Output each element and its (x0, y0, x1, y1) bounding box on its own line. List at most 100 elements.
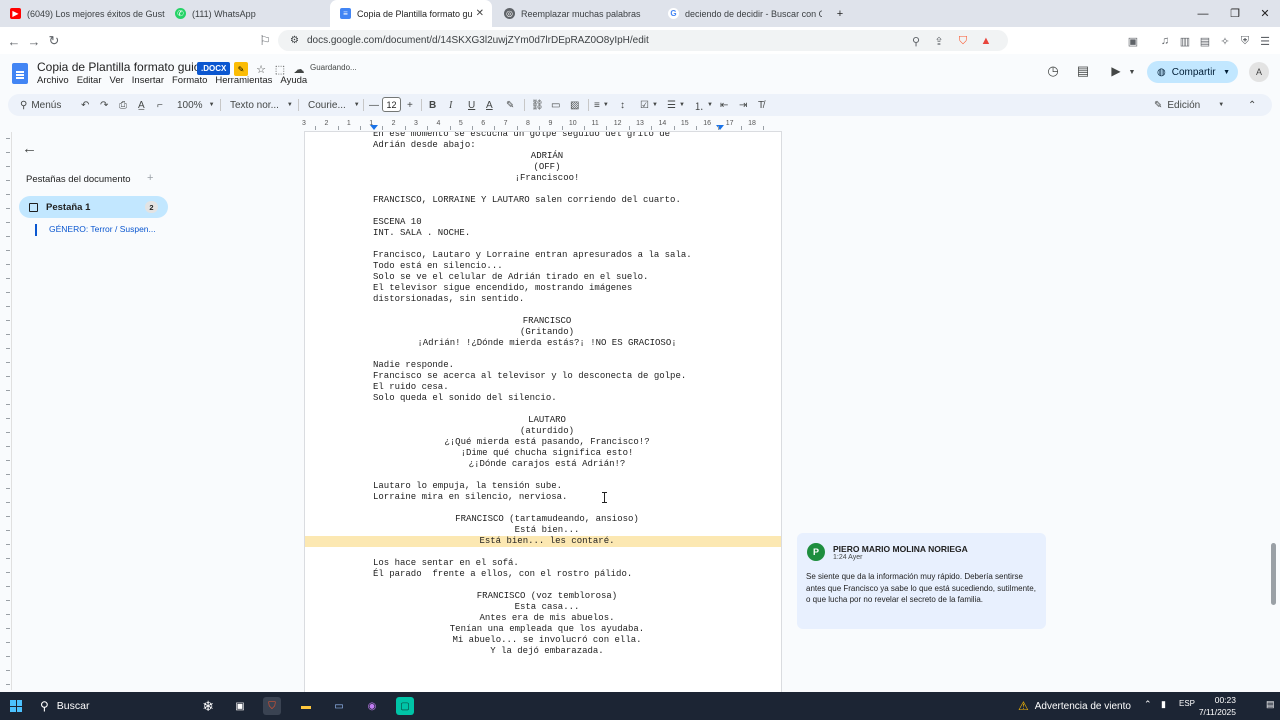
new-tab-icon[interactable]: + (823, 0, 857, 27)
menu-herramientas[interactable]: Herramientas (215, 75, 272, 86)
italic-icon[interactable]: I (449, 97, 452, 113)
comments-icon[interactable]: ▤ (1076, 63, 1090, 78)
paint-format-icon[interactable]: ⌐ (157, 97, 163, 113)
url-field[interactable]: ⚙ docs.google.com/document/d/14SKXG3l2uw… (278, 30, 1008, 51)
highlight-icon[interactable]: ✎ (506, 97, 514, 113)
brave-browser-icon[interactable]: ⛉ (263, 697, 281, 715)
menu-insertar[interactable]: Insertar (132, 75, 164, 86)
font-size-input[interactable]: 12 (382, 97, 401, 112)
document-title[interactable]: Copia de Plantilla formato guion (37, 60, 207, 74)
browser-tab-whatsapp[interactable]: ✆ (111) WhatsApp (165, 0, 330, 27)
link-icon[interactable]: ⛓ (531, 97, 544, 113)
right-indent-marker[interactable] (716, 125, 724, 130)
menus-search[interactable]: ⚲ Menús (20, 97, 61, 113)
brave-rewards-icon[interactable]: ▲ (978, 33, 994, 49)
horizontal-ruler[interactable]: 3 2 1 1 2 3 4 5 6 7 8 9 10 11 12 13 14 15 16 17 18 (302, 118, 782, 132)
style-select[interactable]: Texto nor... ▼ (230, 97, 293, 113)
task-view-icon[interactable]: ▣ (231, 697, 249, 715)
document-page[interactable]: En ese momento se escucha un golpe segui… (304, 132, 782, 692)
undo-icon[interactable]: ↶ (81, 97, 89, 113)
mail-icon[interactable]: ▭ (330, 697, 348, 715)
numbered-list-icon[interactable]: ⒈ ▼ (694, 97, 713, 113)
menu-ayuda[interactable]: Ayuda (280, 75, 307, 86)
meet-icon[interactable]: ▶ (1109, 64, 1123, 78)
vpn-icon[interactable]: ⛨ (1237, 33, 1253, 49)
spellcheck-icon[interactable]: A̲ (138, 97, 145, 113)
zoom-icon[interactable]: ⚲ (908, 33, 924, 49)
add-comment-icon[interactable]: ▭ (551, 97, 560, 113)
windows-start-icon[interactable] (10, 700, 22, 712)
zoom-select[interactable]: 100% ▼ (177, 97, 215, 113)
reading-list-icon[interactable]: ▥ (1177, 33, 1193, 49)
comment-card[interactable]: P PIERO MARIO MOLINA NORIEGA 1:24 Ayer S… (797, 533, 1046, 629)
browser-tab-reemplazar[interactable]: ◎ Reemplazar muchas palabras (494, 0, 658, 27)
font-select[interactable]: Courie... ▼ (308, 97, 360, 113)
move-folder-icon[interactable]: ⬚ (273, 62, 287, 76)
text-color-icon[interactable]: A (486, 97, 493, 113)
add-tab-icon[interactable]: + (147, 172, 153, 184)
back-icon[interactable]: ← (5, 32, 23, 50)
menu-ver[interactable]: Ver (110, 75, 124, 86)
taskbar-search[interactable]: ⚲ Buscar ❄ (32, 692, 222, 720)
outline-item-genero[interactable]: GÉNERO: Terror / Suspen... (35, 224, 160, 236)
discord-icon[interactable]: ◉ (363, 697, 381, 715)
extension-icon[interactable]: ✎ (234, 62, 248, 76)
reload-icon[interactable]: ↻ (45, 32, 63, 50)
align-icon[interactable]: ≡ ▼ (594, 97, 609, 113)
language-indicator[interactable]: ESP (1179, 699, 1195, 708)
tray-chevron-icon[interactable]: ⌃ (1144, 699, 1152, 710)
print-icon[interactable]: ⎙ (119, 97, 127, 113)
share-page-icon[interactable]: ⇪ (931, 33, 947, 49)
weather-widget[interactable]: ⚠ Advertencia de viento (1018, 692, 1131, 720)
decrease-indent-icon[interactable]: ⇤ (720, 97, 728, 113)
docs-logo-icon[interactable] (12, 63, 28, 84)
wallet-icon[interactable]: ▤ (1197, 33, 1213, 49)
menu-formato[interactable]: Formato (172, 75, 207, 86)
minimize-icon[interactable]: — (1186, 0, 1220, 27)
redo-icon[interactable]: ↷ (100, 97, 108, 113)
file-explorer-icon[interactable]: ▬ (297, 697, 315, 715)
share-dropdown-icon[interactable]: ▼ (1223, 69, 1230, 76)
editing-mode-select[interactable]: ✎ Edición ▼ (1154, 97, 1224, 113)
app-icon[interactable]: ▢ (396, 697, 414, 715)
bookmark-icon[interactable]: ⚐ (256, 32, 274, 50)
browser-tab-docs[interactable]: ≡ Copia de Plantilla formato guion ✕ (330, 0, 492, 27)
sidebar-toggle-icon[interactable]: ▣ (1125, 33, 1141, 49)
menu-editar[interactable]: Editar (77, 75, 102, 86)
media-icon[interactable]: ♫ (1157, 33, 1173, 49)
brave-shield-icon[interactable]: ⛉ (955, 33, 971, 49)
close-outline-icon[interactable]: ← (22, 140, 37, 157)
meet-dropdown-icon[interactable]: ▼ (1125, 65, 1139, 79)
insert-image-icon[interactable]: ▨ (570, 97, 579, 113)
increase-font-icon[interactable]: + (407, 97, 413, 113)
notifications-icon[interactable]: ▤ (1266, 699, 1275, 710)
bold-icon[interactable]: B (429, 97, 436, 113)
underline-icon[interactable]: U (468, 97, 475, 113)
line-spacing-icon[interactable]: ↕ (620, 97, 625, 113)
clear-formatting-icon[interactable]: T̸ (758, 97, 764, 113)
close-window-icon[interactable]: ✕ (1248, 0, 1280, 27)
close-tab-icon[interactable]: ✕ (476, 8, 484, 19)
browser-tab-google[interactable]: G deciendo de decidir - Buscar con Go (658, 0, 822, 27)
restore-icon[interactable]: ❐ (1218, 0, 1252, 27)
microphone-icon[interactable]: ▮ (1161, 699, 1166, 710)
site-info-icon[interactable]: ⚙ (290, 35, 299, 46)
document-scrollbar[interactable] (1271, 543, 1276, 605)
document-tab-1[interactable]: Pestaña 1 2 (19, 196, 168, 218)
browser-menu-icon[interactable]: ☰ (1257, 33, 1273, 49)
decrease-font-icon[interactable]: — (369, 97, 379, 113)
share-button[interactable]: ◍ Compartir ▼ (1147, 61, 1238, 83)
bullet-list-icon[interactable]: ☰ ▼ (667, 97, 685, 113)
menu-archivo[interactable]: Archivo (37, 75, 69, 86)
browser-tab-youtube[interactable]: ▶ (6049) Los mejores éxitos de Gustav (0, 0, 165, 27)
taskbar-clock[interactable]: 00:23 7/11/2025 (1198, 694, 1236, 718)
history-icon[interactable]: ◷ (1046, 63, 1060, 78)
checklist-icon[interactable]: ☑ ▼ (640, 97, 658, 113)
account-avatar[interactable]: A (1249, 62, 1269, 82)
dialogue-line: ¿¡Qué mierda está pasando, Francisco!? (444, 437, 650, 447)
forward-icon[interactable]: → (25, 32, 43, 50)
star-icon[interactable]: ☆ (254, 62, 268, 76)
increase-indent-icon[interactable]: ⇥ (739, 97, 747, 113)
collapse-toolbar-icon[interactable]: ⌃ (1248, 97, 1256, 113)
leo-ai-icon[interactable]: ✧ (1217, 33, 1233, 49)
